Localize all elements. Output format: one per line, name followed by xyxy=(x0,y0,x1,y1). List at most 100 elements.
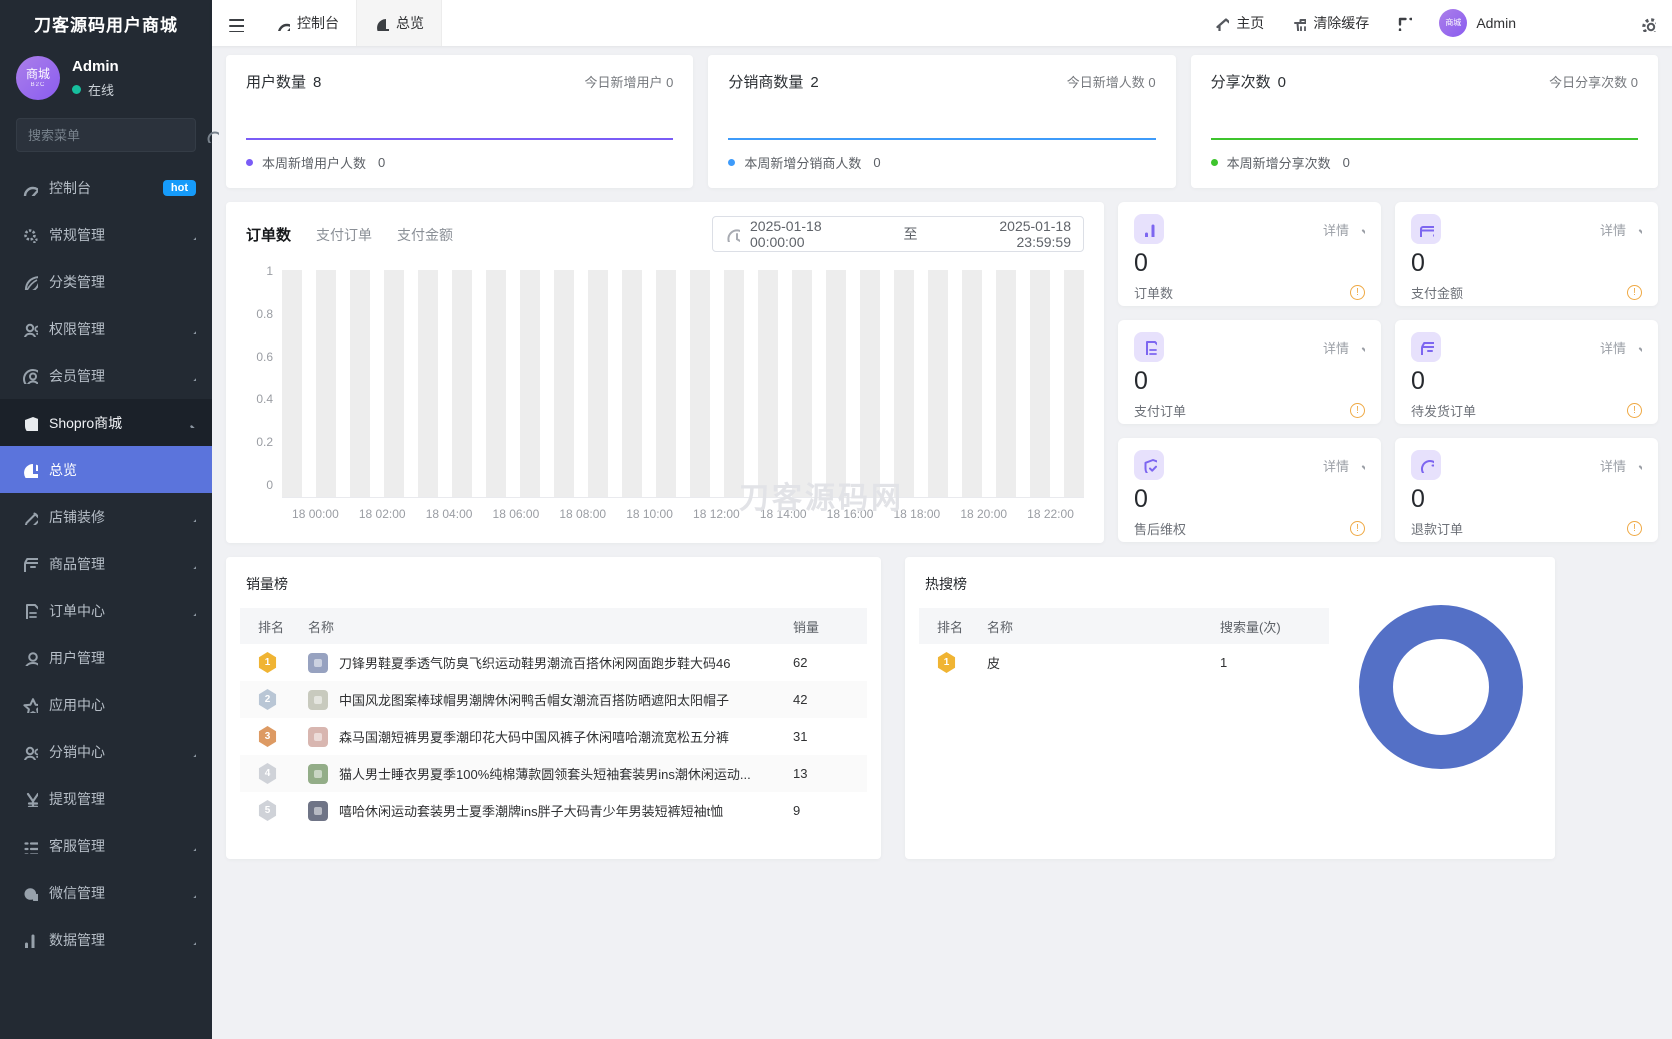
chevron-right-icon xyxy=(1361,228,1365,235)
overview-icon xyxy=(24,464,38,478)
sidebar-item-label: 店铺装修 xyxy=(49,508,105,525)
table-header-row: 排名 名称 搜索量(次) xyxy=(919,608,1329,644)
sidebar-item-label: 用户管理 xyxy=(49,649,105,666)
detail-link[interactable]: 详情 xyxy=(1600,220,1642,239)
legend-dot xyxy=(1210,159,1218,166)
sidebar-profile[interactable]: 商城 B2C Admin 在线 xyxy=(0,46,212,112)
sidebar-item-dashboard[interactable]: 控制台 hot xyxy=(0,164,212,211)
sidebar-item-label: 应用中心 xyxy=(49,696,105,713)
sidebar-item-label: 订单中心 xyxy=(49,602,105,619)
detail-link[interactable]: 详情 xyxy=(1323,220,1365,239)
detail-link[interactable]: 详情 xyxy=(1600,338,1642,357)
menu-toggle-icon[interactable] xyxy=(212,0,258,46)
sidebar-item-label: 客服管理 xyxy=(49,837,105,854)
home-button[interactable]: 主页 xyxy=(1214,13,1264,33)
sidebar-item-service[interactable]: 客服管理 xyxy=(0,822,212,869)
bar-background xyxy=(520,270,540,497)
donut-chart xyxy=(1359,605,1523,769)
product-thumbnail xyxy=(308,652,328,673)
bar xyxy=(826,270,846,497)
bar xyxy=(724,270,744,497)
sidebar-item-permission[interactable]: 权限管理 xyxy=(0,305,212,352)
sidebar-item-data[interactable]: 数据管理 xyxy=(0,916,212,963)
date-separator: 至 xyxy=(903,226,918,242)
value-cell: 62 xyxy=(793,655,808,670)
stat-title: 分享次数 0 xyxy=(1210,74,1287,91)
x-axis: 18 00:00 18 02:00 18 04:00 18 06:00 18 08:00… xyxy=(282,507,1084,521)
chevron-left-icon xyxy=(192,610,196,616)
rank-medal: 2 xyxy=(258,689,277,710)
y-tick-label: 0.6 xyxy=(256,349,273,364)
category-icon xyxy=(24,276,38,290)
date-range-picker[interactable]: 2025-01-18 00:00:00 至 2025-01-18 23:59:5… xyxy=(712,216,1084,252)
sidebar-search xyxy=(16,118,219,152)
trend-line xyxy=(728,138,1156,140)
sidebar-item-app[interactable]: 应用中心 xyxy=(0,681,212,728)
app-title: 刀客源码用户商城 xyxy=(34,15,178,35)
bar xyxy=(554,270,574,497)
table-row: 4 猫人男士睡衣男夏季100%纯棉薄款圆领套头短袖套装男ins潮休闲运动... 13 xyxy=(240,755,867,792)
detail-label: 详情 xyxy=(1599,458,1626,474)
stat-week: 本周新增分销商人数 0 xyxy=(728,153,1155,172)
detail-link[interactable]: 详情 xyxy=(1323,338,1365,357)
bar xyxy=(928,270,948,497)
main-area: 控制台 总览 主页 清除缓存 商城 Admin 用户数量 8 今日新增用户 0 … xyxy=(212,0,1672,1039)
sidebar-menu: 控制台 hot 常规管理分类管理权限管理 会员管理 Shopro商城 总览店铺装修商品管理… xyxy=(0,164,212,1039)
mini-card-label: 退款订单 xyxy=(1411,522,1464,537)
detail-link[interactable]: 详情 xyxy=(1600,456,1642,475)
fullscreen-icon[interactable] xyxy=(1396,15,1413,31)
tab-console[interactable]: 控制台 xyxy=(258,0,356,46)
sidebar-item-order[interactable]: 订单中心 xyxy=(0,587,212,634)
warning-icon: ! xyxy=(1627,285,1642,300)
mini-card-top: 详情 xyxy=(1134,332,1365,362)
tab-overview[interactable]: 总览 xyxy=(356,0,442,46)
table-header-row: 排名 名称 销量 xyxy=(240,608,867,644)
sidebar-item-user[interactable]: 用户管理 xyxy=(0,634,212,681)
table-row: 3 森马国潮短裤男夏季潮印花大码中国风裤子休闲嘻哈潮流宽松五分裤 31 xyxy=(240,718,867,755)
document-icon xyxy=(1146,341,1157,355)
chevron-down-icon xyxy=(190,425,196,428)
chart-tab-orders[interactable]: 订单数 xyxy=(246,224,291,245)
bar-background xyxy=(724,270,744,497)
mini-card-top: 详情 xyxy=(1411,332,1642,362)
bar xyxy=(452,270,472,497)
sidebar-item-member[interactable]: 会员管理 xyxy=(0,352,212,399)
sidebar-item-shop[interactable]: Shopro商城 xyxy=(0,399,212,446)
x-tick-label: 18 10:00 xyxy=(626,507,673,521)
name-text: 嘻哈休闲运动套装男士夏季潮牌ins胖子大码青少年男装短裤短袖t恤 xyxy=(339,804,724,819)
rank-medal: 5 xyxy=(258,800,277,821)
bar-background xyxy=(962,270,982,497)
x-tick-label: 18 18:00 xyxy=(893,507,941,521)
chart-tab-paid-amount[interactable]: 支付金额 xyxy=(397,225,453,245)
orders-chart-card: 订单数 支付订单 支付金额 2025-01-18 00:00:00 至 2025… xyxy=(226,202,1104,543)
sidebar-item-label: 分类管理 xyxy=(49,273,105,290)
date-from[interactable]: 2025-01-18 00:00:00 xyxy=(750,218,876,250)
mini-card-label: 售后维权 xyxy=(1134,522,1187,537)
sidebar-item-decoration[interactable]: 店铺装修 xyxy=(0,493,212,540)
pie-chart-icon xyxy=(377,18,389,31)
warning-icon: ! xyxy=(1627,521,1642,536)
mini-card-value: 0 xyxy=(1411,249,1425,277)
hot-search-card: 热搜榜 排名 名称 搜索量(次) 1 皮 1 xyxy=(905,557,1555,859)
rank-medal: 4 xyxy=(258,763,277,784)
search-input[interactable] xyxy=(28,127,204,143)
sidebar-item-category[interactable]: 分类管理 xyxy=(0,258,212,305)
bar xyxy=(996,270,1016,497)
detail-link[interactable]: 详情 xyxy=(1323,456,1365,475)
settings-gear-icon[interactable] xyxy=(1639,15,1656,32)
sidebar-item-settings[interactable]: 常规管理 xyxy=(0,211,212,258)
sidebar-item-withdraw[interactable]: 提现管理 xyxy=(0,775,212,822)
sidebar-item-goods[interactable]: 商品管理 xyxy=(0,540,212,587)
bar-background xyxy=(1030,270,1050,497)
rank-cell: 3 xyxy=(248,726,308,747)
chart-tab-paid-orders[interactable]: 支付订单 xyxy=(316,225,372,245)
sidebar-item-wechat[interactable]: 微信管理 xyxy=(0,869,212,916)
bar-background xyxy=(622,270,642,497)
stat-week: 本周新增用户人数 0 xyxy=(246,153,673,172)
sales-rank-card: 销量榜 排名 名称 销量 1 刀锋男鞋夏季透气防臭飞织运动鞋男潮流百搭休闲网面跑步鞋大码… xyxy=(226,557,881,859)
clear-cache-button[interactable]: 清除缓存 xyxy=(1291,13,1369,33)
topbar-user[interactable]: 商城 Admin xyxy=(1439,9,1516,37)
sidebar-item-overview[interactable]: 总览 xyxy=(0,446,212,493)
date-to[interactable]: 2025-01-18 23:59:59 xyxy=(946,218,1071,250)
sidebar-item-distribution[interactable]: 分销中心 xyxy=(0,728,212,775)
